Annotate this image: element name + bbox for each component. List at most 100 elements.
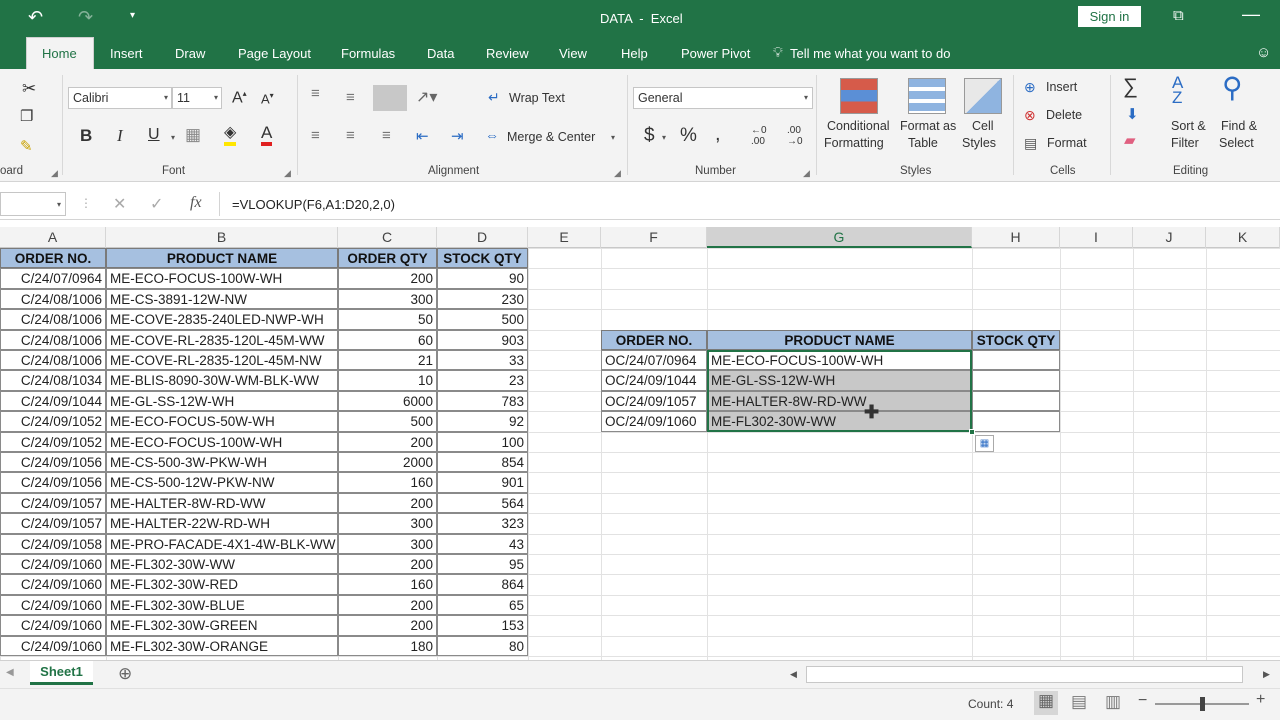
share-icon[interactable]: ☺ [1256, 44, 1271, 61]
comma-style-icon[interactable]: , [715, 123, 721, 146]
zoom-slider-thumb[interactable] [1200, 697, 1205, 711]
table-cell[interactable]: 200 [338, 492, 437, 514]
cell-styles-label-1[interactable]: Cell [972, 119, 994, 133]
table-cell[interactable]: C/24/09/1056 [0, 452, 106, 473]
table-cell[interactable]: ME-ECO-FOCUS-100W-WH [106, 268, 338, 289]
chevron-down-icon[interactable]: ▾ [171, 133, 175, 142]
table-cell[interactable]: 43 [437, 533, 528, 554]
fill-color-icon[interactable]: ◈ [224, 124, 237, 146]
align-bottom-icon[interactable] [373, 85, 407, 111]
find-select-label-1[interactable]: Find & [1221, 119, 1257, 133]
tell-me-box[interactable]: Tell me what you want to do [790, 46, 950, 61]
tab-power-pivot[interactable]: Power Pivot [681, 46, 750, 61]
increase-indent-icon[interactable]: ⇥ [451, 127, 464, 145]
chevron-down-icon[interactable]: ▾ [662, 133, 666, 142]
insert-cells-icon[interactable]: ⊕ [1024, 79, 1036, 96]
tab-insert[interactable]: Insert [110, 46, 143, 61]
table-cell[interactable]: C/24/08/1034 [0, 370, 106, 391]
table-header-cell[interactable]: PRODUCT NAME [707, 329, 972, 350]
table-cell[interactable]: ME-CS-500-3W-PKW-WH [106, 452, 338, 473]
table-cell[interactable]: 50 [338, 309, 437, 330]
wrap-text-icon[interactable]: ↵ [488, 89, 500, 106]
format-as-table-label-1[interactable]: Format as [900, 119, 956, 133]
table-cell[interactable]: C/24/08/1006 [0, 309, 106, 330]
table-cell[interactable]: ME-FL302-30W-GREEN [106, 615, 338, 636]
align-middle-icon[interactable]: ≡ [346, 89, 355, 106]
table-cell[interactable]: C/24/09/1056 [0, 472, 106, 493]
formula-input[interactable]: =VLOOKUP(F6,A1:D20,2,0) [232, 197, 395, 212]
insert-cells-button[interactable]: Insert [1046, 80, 1077, 94]
table-cell[interactable]: 200 [338, 615, 437, 636]
column-header[interactable]: A [0, 227, 106, 248]
column-header[interactable]: G [707, 227, 972, 248]
tab-view[interactable]: View [559, 46, 587, 61]
table-cell[interactable]: ME-FL302-30W-RED [106, 574, 338, 595]
percent-icon[interactable]: % [680, 125, 697, 147]
sort-filter-label-1[interactable]: Sort & [1171, 119, 1206, 133]
conditional-formatting-icon[interactable] [840, 78, 878, 114]
table-cell[interactable]: 2000 [338, 452, 437, 473]
column-header[interactable]: D [437, 227, 528, 248]
table-cell[interactable]: 153 [437, 615, 528, 636]
table-cell[interactable]: ME-COVE-2835-240LED-NWP-WH [106, 309, 338, 330]
table-cell[interactable]: 80 [437, 635, 528, 656]
table-cell[interactable]: 92 [437, 411, 528, 432]
table-cell[interactable]: 200 [338, 431, 437, 452]
copy-icon[interactable]: ❐ [20, 107, 33, 125]
column-header[interactable]: I [1060, 227, 1133, 248]
table-cell[interactable]: 33 [437, 350, 528, 371]
table-cell[interactable]: 100 [437, 431, 528, 452]
delete-cells-button[interactable]: Delete [1046, 108, 1082, 122]
table-cell[interactable]: C/24/09/1052 [0, 431, 106, 452]
font-launcher-icon[interactable]: ◢ [284, 168, 291, 179]
sheet-tab[interactable]: Sheet1 [30, 661, 93, 685]
sign-in-button[interactable]: Sign in [1078, 6, 1141, 27]
decrease-decimal-icon[interactable]: .00 →0 [787, 125, 803, 147]
table-cell[interactable]: 160 [338, 574, 437, 595]
table-cell[interactable]: C/24/09/1060 [0, 594, 106, 616]
column-header[interactable]: E [528, 227, 601, 248]
table-cell[interactable]: C/24/07/0964 [0, 268, 106, 289]
column-header[interactable]: J [1133, 227, 1206, 248]
minimize-icon[interactable]: — [1242, 4, 1260, 25]
table-cell[interactable]: 60 [338, 329, 437, 350]
table-cell[interactable]: 500 [338, 411, 437, 432]
table-cell[interactable]: 300 [338, 513, 437, 534]
table-cell[interactable]: C/24/09/1057 [0, 492, 106, 514]
align-right-icon[interactable]: ≡ [382, 127, 391, 144]
table-cell[interactable]: 200 [338, 594, 437, 616]
table-cell[interactable]: 323 [437, 513, 528, 534]
table-header-cell[interactable]: STOCK QTY [972, 329, 1060, 350]
chevron-down-icon[interactable]: ▾ [611, 133, 615, 142]
table-cell[interactable]: ME-HALTER-8W-RD-WW [106, 492, 338, 514]
table-cell[interactable]: 300 [338, 533, 437, 554]
table-cell[interactable]: ME-ECO-FOCUS-50W-WH [106, 411, 338, 432]
column-header[interactable]: K [1206, 227, 1280, 248]
table-cell[interactable]: 95 [437, 554, 528, 575]
cut-icon[interactable]: ✂ [22, 79, 36, 99]
table-cell[interactable]: 10 [338, 370, 437, 391]
merge-center-button[interactable]: Merge & Center [507, 130, 595, 144]
clipboard-launcher-icon[interactable]: ◢ [51, 168, 58, 179]
undo-icon[interactable]: ↶ [28, 7, 43, 28]
page-break-view-icon[interactable]: ▥ [1105, 692, 1121, 712]
table-header-cell[interactable]: STOCK QTY [437, 248, 528, 269]
insert-function-icon[interactable]: fx [190, 194, 202, 212]
table-cell[interactable]: 90 [437, 268, 528, 289]
horizontal-scrollbar[interactable] [806, 666, 1243, 683]
quick-analysis-icon[interactable]: ▦ [975, 434, 994, 452]
table-cell[interactable]: 21 [338, 350, 437, 371]
table-cell[interactable]: ME-FL302-30W-WW [106, 554, 338, 575]
column-header[interactable]: B [106, 227, 338, 248]
table-cell[interactable]: ME-COVE-RL-2835-120L-45M-NW [106, 350, 338, 371]
tab-review[interactable]: Review [486, 46, 529, 61]
table-cell[interactable] [972, 350, 1060, 371]
table-cell[interactable]: 864 [437, 574, 528, 595]
column-header[interactable]: F [601, 227, 707, 248]
enter-icon[interactable]: ✓ [150, 194, 163, 214]
zoom-in-icon[interactable]: + [1256, 691, 1265, 709]
table-cell[interactable]: OC/24/09/1057 [601, 390, 707, 412]
table-cell[interactable]: C/24/09/1044 [0, 390, 106, 412]
merge-center-icon[interactable]: ⇔ [485, 127, 499, 143]
table-cell[interactable]: ME-HALTER-22W-RD-WH [106, 513, 338, 534]
